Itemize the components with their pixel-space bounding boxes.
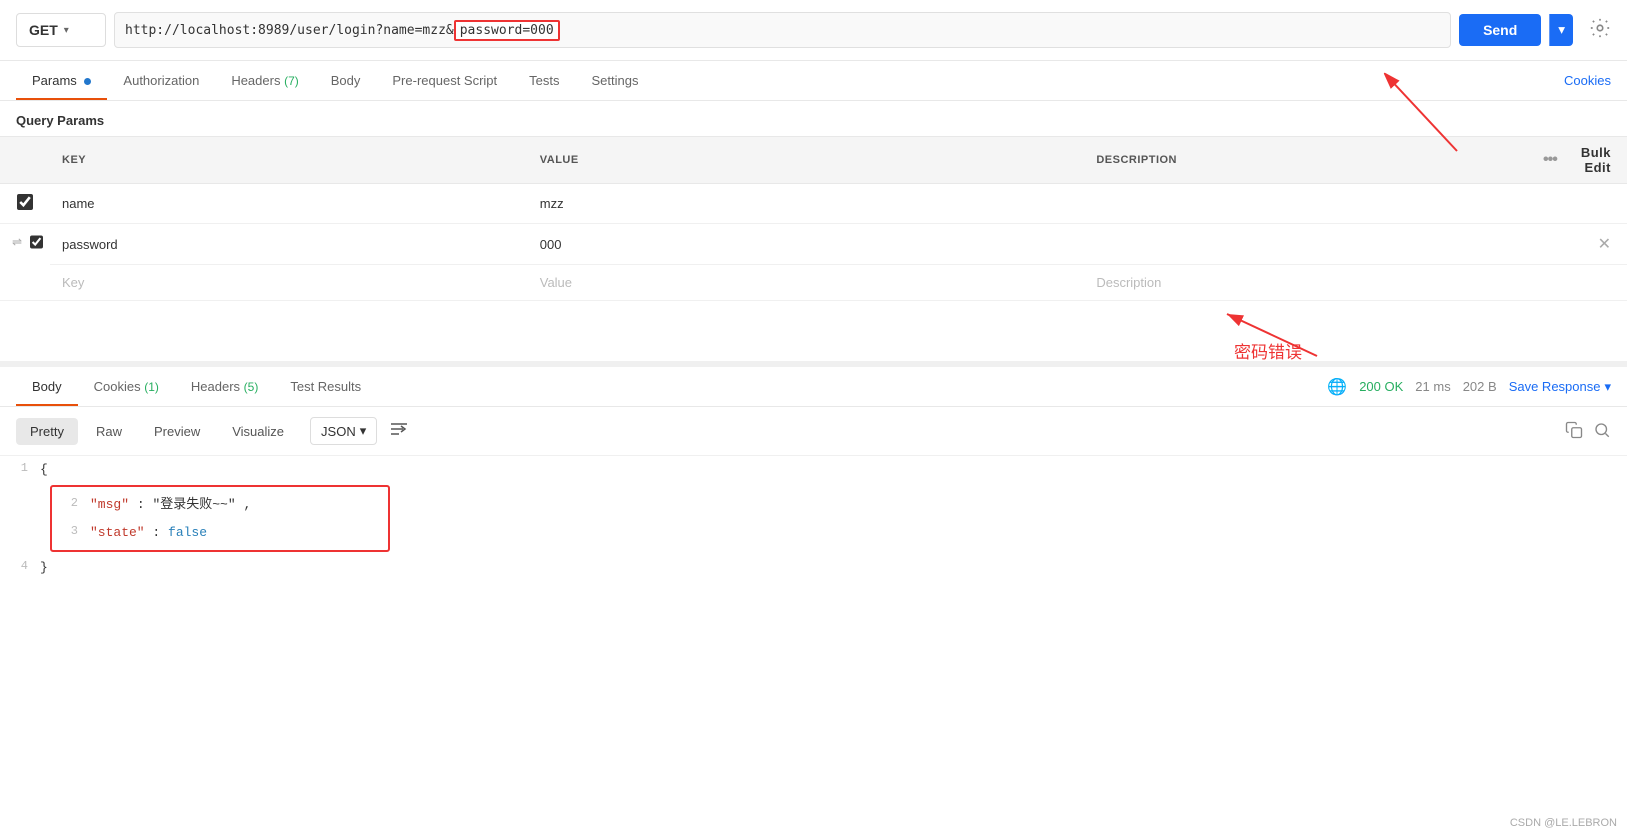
table-row: ⇌ password 000 ✕ [0,224,1627,265]
headers-badge: (7) [284,74,299,88]
tab-headers[interactable]: Headers (7) [215,61,314,100]
format-chevron-icon: ▾ [360,423,367,439]
tab-settings[interactable]: Settings [576,61,655,100]
request-tab-bar: Params Authorization Headers (7) Body Pr… [0,61,1627,101]
line-content-2: "msg" : "登录失败~~" , [90,491,380,518]
method-chevron-icon: ▾ [64,25,69,36]
cookies-link[interactable]: Cookies [1564,73,1611,88]
row1-checkbox-cell[interactable] [0,184,50,224]
response-status: 200 OK [1359,379,1403,394]
settings-icon[interactable] [1589,17,1611,44]
col-header-description: DESCRIPTION [1084,137,1531,184]
response-size: 202 B [1463,379,1497,394]
json-highlighted-block: 2 "msg" : "登录失败~~" , 3 "state" : false [0,485,1627,552]
response-section: Body Cookies (1) Headers (5) Test Result… [0,361,1627,582]
url-input[interactable]: http://localhost:8989/user/login?name=mz… [114,12,1451,48]
empty-value-placeholder: Value [540,275,572,290]
line-number-4: 4 [0,554,40,580]
response-tab-bar: Body Cookies (1) Headers (5) Test Result… [0,367,1627,407]
row1-checkbox[interactable] [17,194,33,210]
json-line-3: 3 "state" : false [60,519,380,546]
json-toolbar [1565,421,1611,442]
annotation-svg: 密码错误 [1187,306,1367,361]
format-visualize-button[interactable]: Visualize [218,418,298,445]
response-tab-body[interactable]: Body [16,367,78,406]
search-icon[interactable] [1593,421,1611,442]
url-bar: GET ▾ http://localhost:8989/user/login?n… [0,0,1627,61]
row2-delete-icon[interactable]: ✕ [1598,236,1611,253]
empty-key-placeholder: Key [62,275,84,290]
send-button[interactable]: Send [1459,14,1541,46]
tab-params[interactable]: Params [16,61,107,100]
line-number-3: 3 [60,519,90,545]
line-content-4: } [40,554,1627,581]
col-header-checkbox [0,137,50,184]
line-content-3: "state" : false [90,519,380,546]
params-table: KEY VALUE DESCRIPTION ••• Bulk Edit name [0,136,1627,301]
row2-value-cell[interactable]: 000 [528,224,1085,265]
bulk-edit-button[interactable]: Bulk Edit [1581,145,1611,175]
method-selector[interactable]: GET ▾ [16,13,106,47]
tab-authorization[interactable]: Authorization [107,61,215,100]
annotation-area: 密码错误 [0,301,1627,361]
row1-desc-cell[interactable] [1084,184,1531,224]
row2-checkbox[interactable] [30,234,43,250]
row2-key-cell[interactable]: password [50,224,528,265]
col-header-key: KEY [50,137,528,184]
format-preview-button[interactable]: Preview [140,418,214,445]
json-body: 1 { 2 "msg" : "登录失败~~" , [0,456,1627,582]
line-number-1: 1 [0,456,40,482]
row1-key-cell[interactable]: name [50,184,528,224]
annotation-label: 密码错误 [1234,343,1302,361]
tab-tests[interactable]: Tests [513,61,575,100]
copy-icon[interactable] [1565,421,1583,442]
url-highlighted-text: password=000 [454,20,560,41]
col-header-value: VALUE [528,137,1085,184]
row2-desc-cell[interactable] [1084,224,1531,265]
tab-pre-request-script[interactable]: Pre-request Script [376,61,513,100]
format-raw-button[interactable]: Raw [82,418,136,445]
row2-checkbox-cell[interactable]: ⇌ [0,224,50,260]
json-line-2: 2 "msg" : "登录失败~~" , [60,491,380,518]
row1-value-cell[interactable]: mzz [528,184,1085,224]
globe-icon: 🌐 [1327,377,1347,397]
response-meta: 🌐 200 OK 21 ms 202 B Save Response ▾ [1327,377,1611,397]
wrap-text-icon[interactable] [389,420,409,443]
json-line-4: 4 } [0,554,1627,581]
empty-row: Key Value Description [0,265,1627,301]
line-content-1: { [40,456,1627,483]
params-dot [84,78,91,85]
query-params-header: Query Params [0,101,1627,136]
table-row: name mzz [0,184,1627,224]
method-value: GET [29,22,58,38]
response-tab-test-results[interactable]: Test Results [274,367,377,406]
tab-body[interactable]: Body [315,61,377,100]
format-pretty-button[interactable]: Pretty [16,418,78,445]
format-type-selector[interactable]: JSON ▾ [310,417,377,445]
response-tab-headers[interactable]: Headers (5) [175,367,274,406]
drag-handle-icon: ⇌ [12,235,22,249]
response-time: 21 ms [1415,379,1450,394]
response-headers-badge: (5) [244,380,259,394]
json-line-1: 1 { [0,456,1627,483]
save-response-button[interactable]: Save Response ▾ [1509,379,1611,395]
send-dropdown-button[interactable]: ▾ [1549,14,1573,46]
line-number-2: 2 [60,491,90,517]
format-bar: Pretty Raw Preview Visualize JSON ▾ [0,407,1627,456]
empty-desc-placeholder: Description [1096,275,1161,290]
annotation-wrapper: 密码错误 [1187,306,1367,364]
response-tab-cookies[interactable]: Cookies (1) [78,367,175,406]
cookies-count-badge: (1) [144,380,159,394]
query-params-section: Query Params KEY VALUE DESCRIPTION ••• [0,101,1627,301]
url-base-text: http://localhost:8989/user/login?name=mz… [125,23,454,38]
more-options-icon[interactable]: ••• [1543,151,1557,168]
watermark: CSDN @LE.LEBRON [1510,817,1617,829]
